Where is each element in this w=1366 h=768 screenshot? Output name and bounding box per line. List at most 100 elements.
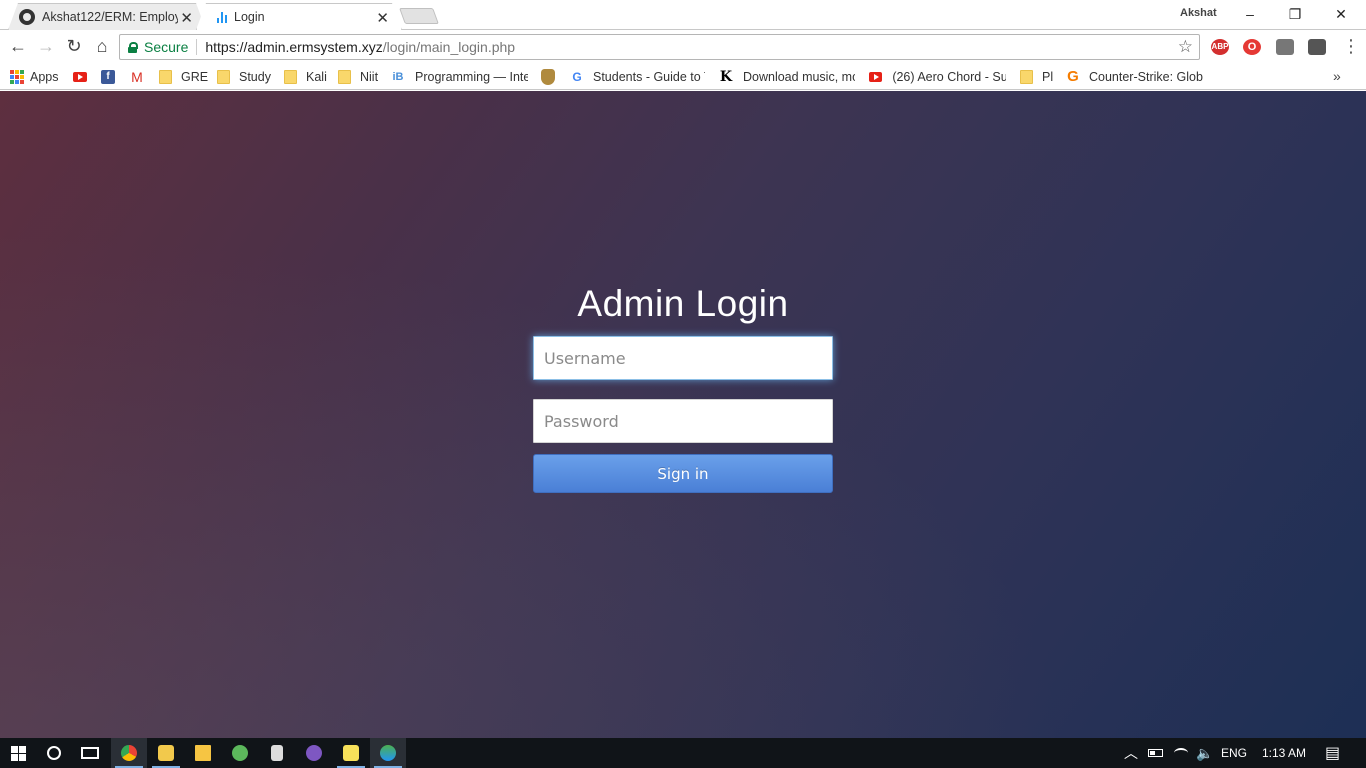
username-input[interactable] (533, 336, 833, 380)
security-label[interactable]: Secure (144, 39, 188, 55)
taskbar-app-1[interactable] (148, 738, 184, 768)
bookmark-label: Kali (306, 69, 327, 84)
close-window-button[interactable]: ✕ (1330, 4, 1352, 24)
youtube-icon (73, 71, 87, 82)
bookmark-facebook[interactable]: f (101, 68, 115, 85)
folder-icon (338, 69, 351, 84)
wifi-icon[interactable] (1174, 738, 1188, 768)
tab-login[interactable]: Login ✕ (196, 3, 402, 30)
battery-icon[interactable] (1148, 738, 1163, 768)
tab-title: Akshat122/ERM: Employe (42, 10, 178, 24)
bookmark-download-music[interactable]: K Download music, mo (718, 68, 855, 85)
reload-icon[interactable]: ↻ (64, 37, 84, 57)
bookmark-folder-pl[interactable]: Pl (1020, 68, 1053, 85)
taskbar-app-3[interactable] (296, 738, 332, 768)
bookmark-folder-kali[interactable]: Kali (284, 68, 327, 85)
taskbar-chrome[interactable] (111, 738, 147, 768)
taskbar-file-explorer[interactable] (185, 738, 221, 768)
interviewbit-icon: iB (392, 70, 404, 83)
search-button[interactable] (36, 738, 72, 768)
bookmark-counter-strike[interactable]: G Counter-Strike: Globa (1065, 68, 1203, 85)
more-menu-icon[interactable]: ⋮ (1342, 36, 1360, 56)
password-input[interactable] (533, 399, 833, 443)
taskbar-app-2[interactable] (222, 738, 258, 768)
action-center-icon[interactable]: ▤ (1325, 738, 1340, 768)
bookmark-aero-chord[interactable]: (26) Aero Chord - Sur (869, 68, 1006, 85)
github-icon (19, 9, 35, 25)
clock[interactable]: 1:13 AM (1262, 738, 1306, 768)
close-icon[interactable]: ✕ (180, 9, 193, 27)
g-orange-icon: G (1067, 68, 1079, 85)
taskbar-app-4[interactable] (370, 738, 406, 768)
adblock-plus-icon[interactable]: ABP (1211, 39, 1229, 55)
address-bar[interactable]: Secure https://admin.ermsystem.xyz /logi… (119, 34, 1200, 60)
shield-icon (541, 68, 555, 85)
windows-taskbar: ︿ 🔈 ENG 1:13 AM ▤ (0, 738, 1366, 768)
profile-name[interactable]: Akshat (1180, 7, 1217, 19)
folder-icon (1020, 69, 1033, 84)
close-icon[interactable]: ✕ (376, 9, 389, 27)
login-page: Admin Login Sign in (0, 91, 1366, 738)
bookmarks-overflow-button[interactable]: » (1333, 68, 1341, 84)
bookmark-folder-study[interactable]: Study (217, 68, 271, 85)
bookmark-label: Students - Guide to T (593, 69, 705, 84)
bookmark-label: Programming — Inte (415, 69, 528, 84)
chevron-up-icon[interactable]: ︿ (1124, 738, 1138, 768)
bookmark-students-guide[interactable]: G Students - Guide to T (569, 68, 705, 85)
youtube-icon (869, 71, 883, 82)
bookmark-label: Download music, mo (743, 69, 855, 84)
google-icon: G (572, 69, 582, 84)
bookmark-label: Pl (1042, 69, 1054, 84)
bookmark-shield[interactable] (541, 68, 555, 85)
task-view-button[interactable] (72, 738, 108, 768)
app-icon (158, 745, 174, 761)
extension-icon-2[interactable] (1308, 39, 1326, 55)
restore-button[interactable]: ❐ (1284, 4, 1306, 24)
bookmark-folder-gre[interactable]: GRE (159, 68, 208, 85)
bookmark-programming[interactable]: iB Programming — Inte (390, 68, 529, 85)
bookmark-label: Study (239, 69, 271, 84)
bookmark-folder-niit[interactable]: Niit (338, 68, 378, 85)
minimize-button[interactable]: – (1239, 4, 1261, 24)
chrome-icon (121, 745, 137, 761)
bookmark-label: Niit (360, 69, 379, 84)
folder-icon (217, 69, 230, 84)
gmail-icon: M (131, 68, 143, 85)
bookmark-label: GRE (181, 69, 209, 84)
login-form: Admin Login Sign in (533, 283, 833, 493)
url-path: /login/main_login.php (382, 39, 516, 55)
sign-in-button[interactable]: Sign in (533, 454, 833, 493)
bookmark-star-icon[interactable]: ☆ (1178, 37, 1193, 57)
bookmark-apps[interactable]: Apps (10, 68, 59, 85)
app-icon (380, 745, 396, 761)
bookmark-gmail[interactable]: M (129, 68, 145, 85)
start-button[interactable] (0, 738, 36, 768)
lock-icon[interactable] (128, 41, 138, 53)
browser-toolbar: ← → ↻ ⌂ Secure https://admin.ermsystem.x… (0, 30, 1366, 63)
extension-icon[interactable] (1276, 39, 1294, 55)
browser-tab-strip: Akshat122/ERM: Employe ✕ Login ✕ Akshat … (0, 0, 1366, 30)
url-host: https://admin.ermsystem.xyz (205, 39, 383, 55)
folder-icon (159, 69, 172, 84)
taskbar-sticky-notes[interactable] (333, 738, 369, 768)
back-arrow-icon[interactable]: ← (8, 37, 28, 57)
language-indicator[interactable]: ENG (1221, 738, 1247, 768)
tab-title: Login (234, 10, 265, 24)
k-icon: K (719, 68, 733, 85)
calculator-icon (271, 745, 283, 761)
facebook-icon: f (101, 69, 115, 84)
bookmark-label: Counter-Strike: Globa (1089, 69, 1203, 84)
new-tab-button[interactable] (399, 8, 439, 24)
folder-icon (195, 745, 211, 761)
opera-icon[interactable]: O (1243, 39, 1261, 55)
volume-icon[interactable]: 🔈 (1196, 738, 1213, 768)
page-title: Admin Login (577, 283, 789, 324)
taskbar-calculator[interactable] (259, 738, 295, 768)
forward-arrow-icon[interactable]: → (36, 37, 56, 57)
bookmark-label: Apps (30, 69, 59, 84)
home-icon[interactable]: ⌂ (92, 37, 112, 57)
bookmark-youtube[interactable] (73, 68, 87, 85)
windows-logo-icon (10, 745, 26, 761)
tab-github[interactable]: Akshat122/ERM: Employe ✕ (8, 3, 206, 30)
apps-grid-icon (10, 69, 24, 84)
